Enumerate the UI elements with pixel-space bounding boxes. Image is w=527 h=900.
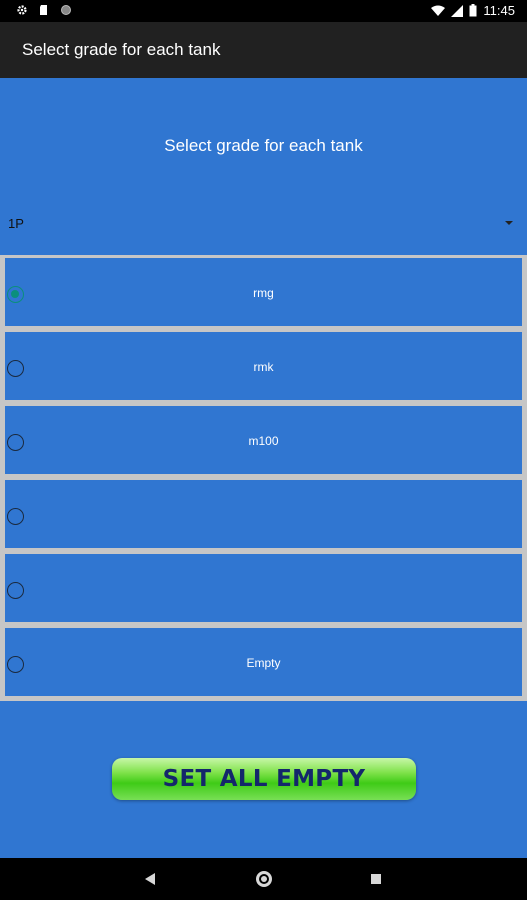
signal-icon: [451, 4, 464, 17]
recent-apps-icon[interactable]: [371, 874, 381, 884]
sd-card-icon: [40, 5, 47, 15]
battery-icon: [469, 4, 477, 17]
tank-selector-value: 1P: [8, 216, 24, 231]
back-icon[interactable]: [145, 873, 155, 885]
app-bar-title: Select grade for each tank: [22, 40, 221, 59]
grade-option-label: m100: [248, 434, 279, 448]
tank-selector-dropdown[interactable]: 1P: [0, 210, 527, 238]
grade-option-m100[interactable]: m100: [5, 406, 522, 474]
circle-icon: [61, 5, 71, 15]
wifi-icon: [431, 5, 446, 16]
status-left-icons: [16, 4, 72, 16]
grade-option-empty[interactable]: Empty: [5, 628, 522, 696]
status-bar: 11:45: [0, 0, 527, 22]
navigation-bar: [0, 858, 527, 900]
grade-radio-group: rmg rmk m100 Empty: [0, 255, 527, 701]
grade-option-blank-2[interactable]: [5, 554, 522, 622]
page-heading: Select grade for each tank: [164, 136, 363, 155]
grade-option-label: rmg: [253, 286, 274, 300]
set-all-empty-button[interactable]: SET ALL EMPTY: [112, 758, 416, 800]
status-right-icons: 11:45: [431, 3, 515, 18]
grade-option-rmk[interactable]: rmk: [5, 332, 522, 400]
status-time: 11:45: [483, 3, 515, 18]
grade-option-rmg[interactable]: rmg: [5, 258, 522, 326]
grade-option-label: rmk: [253, 360, 274, 374]
radio-button[interactable]: [7, 582, 24, 599]
app-bar: Select grade for each tank: [0, 22, 527, 78]
gear-icon: [17, 5, 27, 15]
home-icon[interactable]: [256, 871, 272, 887]
grade-option-blank-1[interactable]: [5, 480, 522, 548]
dropdown-arrow-icon: [505, 221, 513, 225]
radio-button[interactable]: [7, 508, 24, 525]
grade-option-label: Empty: [246, 656, 281, 670]
